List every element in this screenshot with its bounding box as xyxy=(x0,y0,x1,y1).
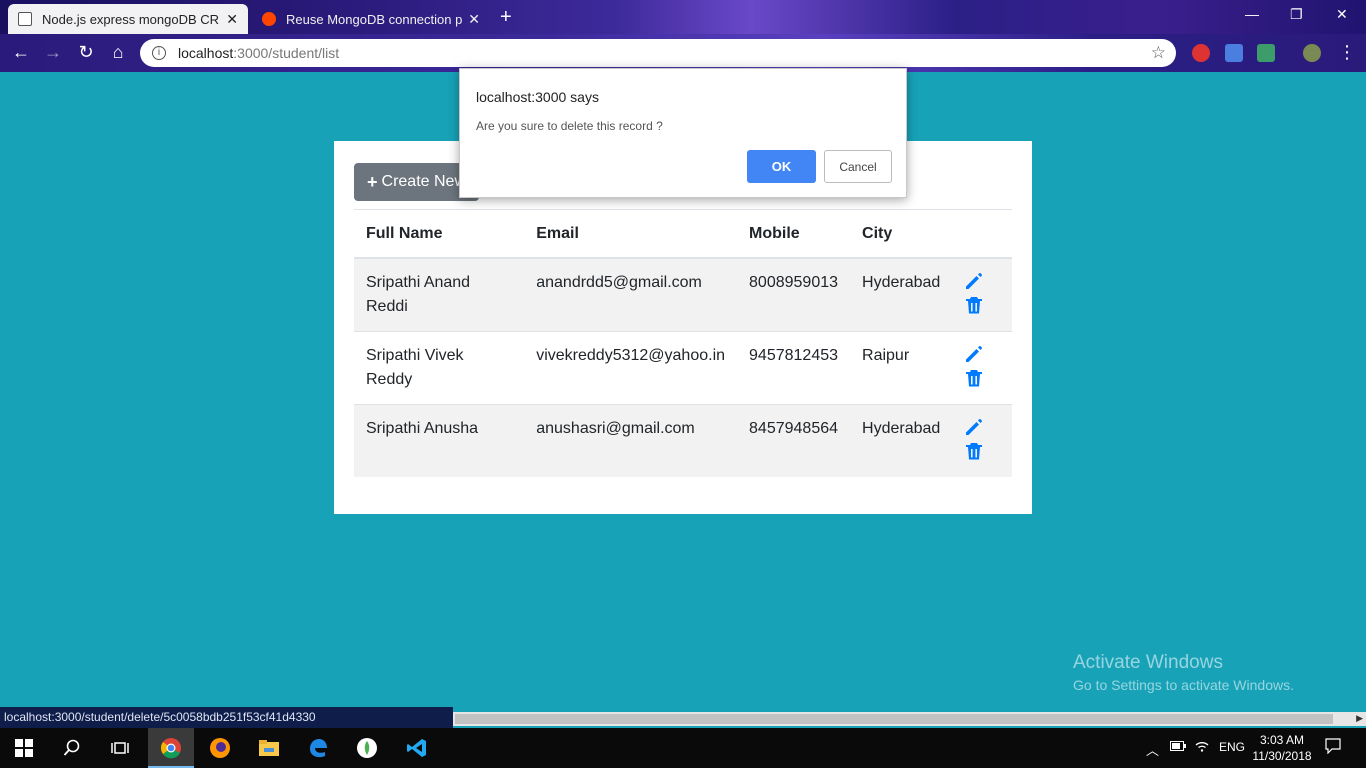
cell-email: vivekreddy5312@yahoo.in xyxy=(524,331,738,405)
url-path: :3000/student/list xyxy=(233,45,340,61)
table-header-row: Full Name Email Mobile City xyxy=(354,210,1012,259)
task-view-icon[interactable] xyxy=(108,736,132,760)
edit-pencil-icon[interactable] xyxy=(964,344,984,364)
dialog-message: Are you sure to delete this record ? xyxy=(476,119,663,133)
tab-reuse-mongodb[interactable]: Reuse MongoDB connection pro ✕ xyxy=(252,4,490,34)
student-table: Full Name Email Mobile City Sripathi Ana… xyxy=(354,210,1012,477)
back-icon[interactable]: ← xyxy=(10,42,32,63)
table-row: Sripathi Anand Reddi anandrdd5@gmail.com… xyxy=(354,257,1012,332)
table-row: Sripathi Anusha anushasri@gmail.com 8457… xyxy=(354,404,1012,477)
cell-mobile: 8008959013 xyxy=(737,257,851,332)
profile-avatar[interactable] xyxy=(1303,44,1321,62)
create-new-label: Create New xyxy=(381,173,466,190)
tab-strip: Node.js express mongoDB CRUD ✕ Reuse Mon… xyxy=(0,0,1366,34)
tab-title: Node.js express mongoDB CRUD xyxy=(42,11,221,27)
delete-trash-icon[interactable] xyxy=(964,295,984,315)
file-explorer-icon[interactable] xyxy=(257,736,281,760)
url-host: localhost xyxy=(178,45,234,61)
mail-checker-icon[interactable] xyxy=(1257,44,1275,62)
activate-windows-title: Activate Windows xyxy=(1073,652,1223,673)
windows-start-icon[interactable] xyxy=(12,736,36,760)
cell-full-name: Sripathi Anand Reddi xyxy=(354,257,525,332)
show-hidden-icons-chevron-icon[interactable]: ︿ xyxy=(1146,740,1159,759)
tab-close-icon[interactable]: ✕ xyxy=(226,11,238,28)
battery-icon[interactable] xyxy=(1170,740,1186,754)
scroll-right-arrow-icon[interactable]: ▶ xyxy=(1356,713,1363,724)
windows-taskbar: ︿ ENG 3:03 AM 11/30/2018 xyxy=(0,728,1366,768)
cell-actions xyxy=(952,257,1012,332)
minimize-button[interactable]: — xyxy=(1245,6,1259,22)
bookmark-star-icon[interactable]: ☆ xyxy=(1151,43,1166,63)
header-city: City xyxy=(850,210,953,259)
adblock-icon[interactable] xyxy=(1192,44,1210,62)
plus-icon: + xyxy=(367,171,378,192)
cell-actions xyxy=(952,404,1012,477)
browser-toolbar: ← → ↻ ⌂ i localhost:3000/student/list ☆ … xyxy=(0,34,1366,72)
action-center-icon[interactable] xyxy=(1325,738,1341,757)
reload-icon[interactable]: ↻ xyxy=(75,42,97,63)
cell-actions xyxy=(952,331,1012,405)
document-icon xyxy=(18,12,32,26)
cell-email: anandrdd5@gmail.com xyxy=(524,257,738,332)
confirm-dialog: localhost:3000 says Are you sure to dele… xyxy=(459,68,907,198)
cell-mobile: 9457812453 xyxy=(737,331,851,405)
close-window-button[interactable]: ✕ xyxy=(1336,6,1348,23)
activate-windows-subtitle: Go to Settings to activate Windows. xyxy=(1073,677,1294,693)
wifi-icon[interactable] xyxy=(1195,740,1209,755)
cell-city: Raipur xyxy=(850,331,953,405)
cell-city: Hyderabad xyxy=(850,404,953,477)
ok-button[interactable]: OK xyxy=(747,150,816,183)
info-icon[interactable]: i xyxy=(152,46,166,60)
edge-icon[interactable] xyxy=(306,736,330,760)
header-full-name: Full Name xyxy=(354,210,525,259)
cell-mobile: 8457948564 xyxy=(737,404,851,477)
tab-nodejs-crud[interactable]: Node.js express mongoDB CRUD ✕ xyxy=(8,4,248,34)
forward-icon[interactable]: → xyxy=(42,42,64,63)
delete-trash-icon[interactable] xyxy=(964,368,984,388)
cell-full-name: Sripathi Vivek Reddy xyxy=(354,331,525,405)
system-clock[interactable]: 3:03 AM 11/30/2018 xyxy=(1252,732,1312,764)
edit-pencil-icon[interactable] xyxy=(964,417,984,437)
chrome-icon[interactable] xyxy=(159,736,183,760)
new-tab-button[interactable]: + xyxy=(500,6,512,28)
mongodb-compass-icon[interactable] xyxy=(355,736,379,760)
home-icon[interactable]: ⌂ xyxy=(107,42,129,63)
delete-trash-icon[interactable] xyxy=(964,441,984,461)
table-row: Sripathi Vivek Reddy vivekreddy5312@yaho… xyxy=(354,331,1012,405)
firefox-icon[interactable] xyxy=(208,736,232,760)
maximize-button[interactable]: ❐ xyxy=(1290,6,1303,23)
cancel-button[interactable]: Cancel xyxy=(824,150,892,183)
header-mobile: Mobile xyxy=(737,210,851,259)
header-actions xyxy=(952,210,1012,259)
link-status-bar: localhost:3000/student/delete/5c0058bdb2… xyxy=(0,707,453,728)
reddit-icon xyxy=(262,12,276,26)
vscode-icon[interactable] xyxy=(405,736,429,760)
clock-date: 11/30/2018 xyxy=(1252,749,1312,763)
edit-pencil-icon[interactable] xyxy=(964,271,984,291)
tab-title: Reuse MongoDB connection pro xyxy=(286,11,463,27)
cell-city: Hyderabad xyxy=(850,257,953,332)
cell-email: anushasri@gmail.com xyxy=(524,404,738,477)
header-email: Email xyxy=(524,210,738,259)
menu-kebab-icon[interactable]: ⋮ xyxy=(1336,42,1358,63)
horizontal-scrollbar[interactable]: ▶ xyxy=(453,712,1366,726)
cell-full-name: Sripathi Anusha xyxy=(354,404,525,477)
search-icon[interactable] xyxy=(60,736,84,760)
clock-time: 3:03 AM xyxy=(1259,733,1305,747)
language-indicator[interactable]: ENG xyxy=(1219,740,1245,754)
address-bar[interactable]: i localhost:3000/student/list ☆ xyxy=(140,39,1176,67)
scrollbar-thumb[interactable] xyxy=(455,714,1333,724)
translate-icon[interactable] xyxy=(1225,44,1243,62)
dialog-title: localhost:3000 says xyxy=(476,89,599,105)
tab-close-icon[interactable]: ✕ xyxy=(468,11,480,28)
